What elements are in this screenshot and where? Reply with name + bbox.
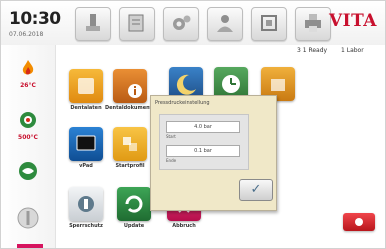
info-icon <box>128 84 142 98</box>
end-pressure-label: Ende <box>166 158 177 163</box>
tile-label-dentalaten: Dentalaten <box>70 105 102 111</box>
clock-date: 07.06.2018 <box>9 31 44 38</box>
checkmark-icon: ✓ <box>250 182 262 197</box>
vacuum-status <box>1 161 55 185</box>
start-pressure-label: Start <box>166 134 176 139</box>
tile-update[interactable] <box>117 187 151 221</box>
settings-icon <box>173 15 191 30</box>
lock-icon <box>78 196 94 212</box>
tile-sperrschutz[interactable] <box>69 187 103 221</box>
printer-icon <box>305 14 321 32</box>
settings-red-icon <box>355 218 363 226</box>
tile-label-update: Update <box>123 223 145 229</box>
standby-button[interactable] <box>1 207 55 233</box>
brand-logo: VITA <box>328 11 377 31</box>
status-labor: 1 Labor <box>341 47 364 54</box>
mid-temperature: 500°C <box>18 134 38 141</box>
end-pressure-field[interactable]: 0.1 bar <box>166 145 240 157</box>
dental-data-icon <box>78 78 94 94</box>
settings-button[interactable] <box>163 7 199 41</box>
top-bar: 10:30 07.06.2018 VITA <box>1 1 385 45</box>
vacuum-icon <box>19 162 37 180</box>
cooling-icon <box>261 15 277 31</box>
printer-button[interactable] <box>295 7 331 41</box>
cooling-button[interactable] <box>251 7 287 41</box>
press-pressure-dialog: Pressdruckeinstellung 4.0 bar Start 0.1 … <box>150 95 277 211</box>
temperature-status-top: 26°C <box>1 59 55 89</box>
left-sidebar: 26°C 500°C <box>1 45 56 248</box>
tile-label-sperrschutz: Sperrschutz <box>69 223 103 229</box>
firing-program-button[interactable] <box>75 7 111 41</box>
tile-dentaldokumentation[interactable] <box>113 69 147 103</box>
tile-vpad[interactable] <box>69 127 103 161</box>
tile-label-vpad: vPad <box>79 163 93 169</box>
flame-icon <box>22 60 34 75</box>
start-pressure-field[interactable]: 4.0 bar <box>166 121 240 133</box>
dialog-title: Pressdruckeinstellung <box>155 100 210 106</box>
program-list-button[interactable] <box>119 7 155 41</box>
status-ready: 3 1 Ready <box>297 47 328 54</box>
tile-startprofil[interactable] <box>113 127 147 161</box>
update-icon <box>125 195 143 213</box>
top-temperature: 26°C <box>20 82 36 89</box>
tile-label-startprofil: Startprofil <box>115 163 145 169</box>
temperature-status-mid: 500°C <box>1 111 55 141</box>
firing-program-icon <box>86 14 100 31</box>
user-icon <box>217 15 233 32</box>
app-window: 10:30 07.06.2018 VITA 26°C 500°C 3 1 Rea… <box>0 0 386 249</box>
standby-icon <box>17 207 39 229</box>
user-button[interactable] <box>207 7 243 41</box>
vpad-icon <box>76 135 96 151</box>
ok-button[interactable]: ✓ <box>239 179 273 201</box>
corner-action-button[interactable] <box>343 213 375 231</box>
clock-time: 10:30 <box>9 9 61 29</box>
tile-label-dentaldokumentation: Dentaldokumentation <box>105 105 167 111</box>
start-profile-icon <box>123 137 137 151</box>
dialog-input-panel: 4.0 bar Start 0.1 bar Ende <box>159 114 249 170</box>
sidebar-accent-bar <box>17 244 43 248</box>
program-list-icon <box>128 14 144 32</box>
tile-label-abbruch: Abbruch <box>172 223 196 229</box>
tile-dentalaten[interactable] <box>69 69 103 103</box>
furnace-icon <box>20 112 36 128</box>
